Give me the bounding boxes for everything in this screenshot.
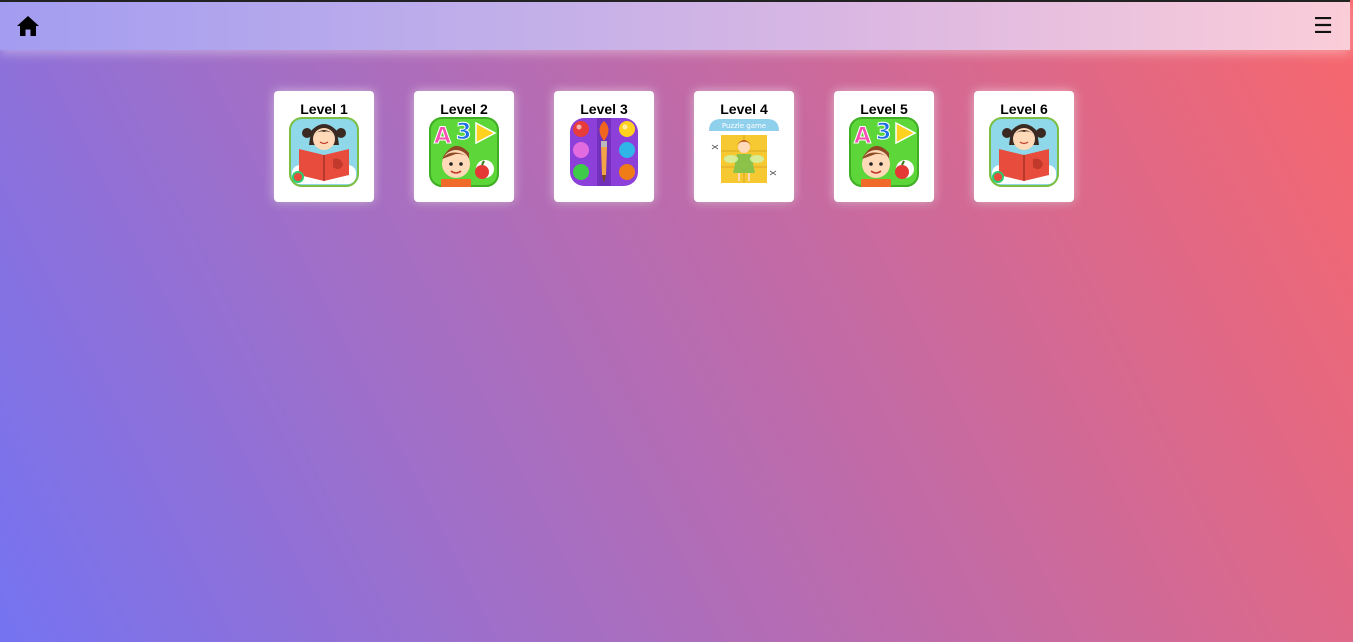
level-title: Level 4 [720, 101, 768, 117]
svg-text:A: A [854, 124, 871, 149]
level-title: Level 5 [860, 101, 908, 117]
level-title: Level 2 [440, 101, 488, 117]
top-navigation-bar: ☰ [0, 0, 1350, 50]
boy-abc-learning-icon: A 3 [429, 117, 499, 187]
svg-text:3: 3 [456, 120, 471, 145]
girl-reading-book-icon [989, 117, 1059, 187]
girl-reading-book-icon [289, 117, 359, 187]
level-card-3[interactable]: Level 3 [554, 91, 654, 202]
level-grid: Level 1 Level 2 A 3 Level 3 Level 4 Puzz… [274, 91, 1074, 202]
home-icon [17, 16, 39, 36]
hamburger-menu-icon: ☰ [1313, 13, 1333, 38]
menu-button[interactable]: ☰ [1312, 15, 1334, 37]
home-button[interactable] [16, 15, 40, 37]
level-card-4[interactable]: Level 4 Puzzle game [694, 91, 794, 202]
puzzle-game-text: Puzzle game [722, 122, 766, 130]
level-title: Level 6 [1000, 101, 1048, 117]
svg-text:A: A [434, 124, 451, 149]
svg-text:3: 3 [876, 120, 891, 145]
level-card-6[interactable]: Level 6 [974, 91, 1074, 202]
boy-abc-learning-icon: A 3 [849, 117, 919, 187]
level-card-5[interactable]: Level 5 A 3 [834, 91, 934, 202]
level-card-2[interactable]: Level 2 A 3 [414, 91, 514, 202]
puzzle-game-fairy-icon: Puzzle game [709, 119, 779, 183]
level-card-1[interactable]: Level 1 [274, 91, 374, 202]
color-paint-palette-icon [570, 118, 638, 186]
level-title: Level 1 [300, 101, 348, 117]
level-title: Level 3 [580, 101, 628, 117]
